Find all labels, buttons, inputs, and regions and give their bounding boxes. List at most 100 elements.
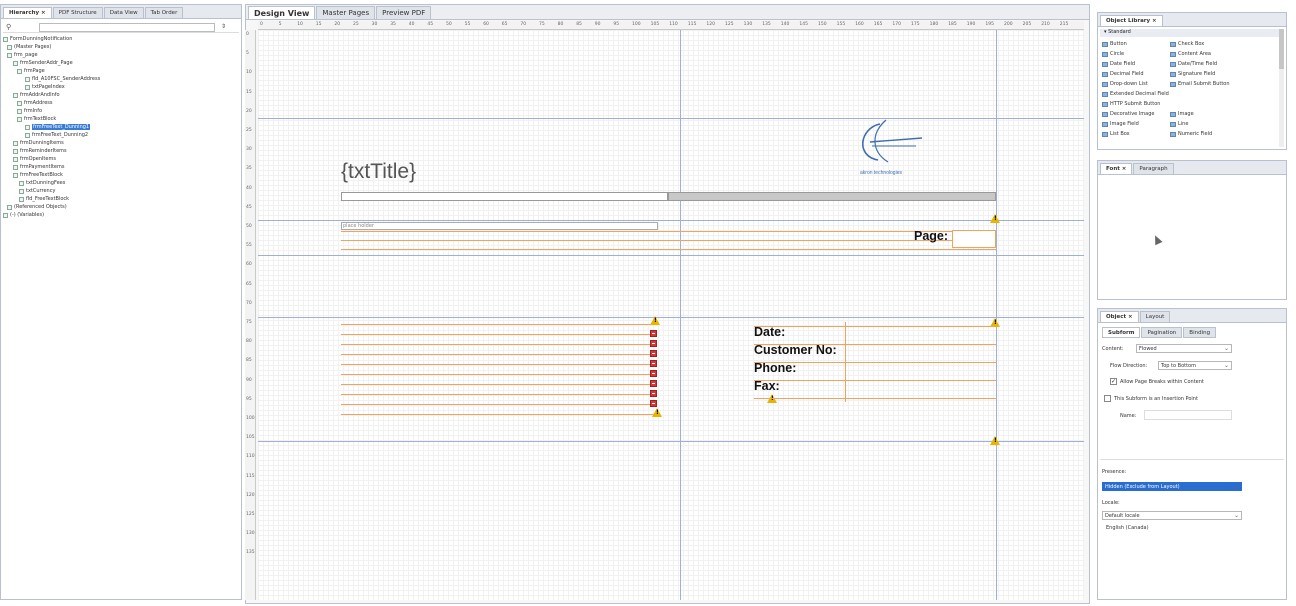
page-number-field[interactable] [952,230,996,248]
tree-node[interactable]: frmPage [17,67,45,75]
node-icon [25,124,30,130]
tree-node[interactable]: FormDunningNotification [3,35,72,43]
content-select-value: Flowed [1139,345,1157,352]
tree-node[interactable]: frmReminderItems [13,147,67,155]
ruler-tick-label: 185 [948,22,957,27]
title-underline-field-gray[interactable] [668,192,996,201]
error-marker-icon[interactable] [650,360,657,367]
flow-direction-select[interactable]: Top to Bottom [1158,361,1232,370]
sort-icon[interactable]: ⇕ [221,23,226,30]
library-item[interactable]: Email Submit Button [1170,81,1230,87]
object-icon [1102,71,1108,77]
tree-node[interactable]: frmFreeText_Dunning1 [25,123,91,131]
error-marker-icon[interactable] [650,390,657,397]
tree-node[interactable]: txtDunningFees [19,179,65,187]
hierarchy-search-bar: ⚲ ⇕ [3,22,239,33]
tab-tab-order[interactable]: Tab Order [144,7,184,18]
tree-node[interactable]: (-) (Variables) [3,211,44,219]
allow-page-breaks-checkbox[interactable]: ✓ [1110,378,1117,385]
tab-master-pages[interactable]: Master Pages [316,6,376,19]
tree-node[interactable]: fld_A10FSC_SenderAddress [25,75,100,83]
tree-node[interactable]: (Master Pages) [7,43,51,51]
library-item[interactable]: Decimal Field [1102,71,1144,77]
place-holder-field[interactable]: place holder [341,222,658,230]
node-icon [7,44,12,50]
ruler-tick-label: 200 [1004,22,1013,27]
subtab-subform[interactable]: Subform [1102,327,1141,338]
tree-node[interactable]: frm_page [7,51,38,59]
search-icon[interactable]: ⚲ [6,23,11,31]
warning-icon[interactable] [652,408,662,417]
tree-node[interactable]: fld_FreeTextBlock [19,195,69,203]
tree-node[interactable]: frmAddrAndInfo [13,91,60,99]
library-item[interactable]: List Box [1102,131,1130,137]
library-item[interactable]: Drop-down List [1102,81,1148,87]
library-item[interactable]: Button [1102,41,1127,47]
company-logo[interactable]: akron technologies [840,116,940,182]
library-item[interactable]: Decorative Image [1102,111,1155,117]
tab-paragraph[interactable]: Paragraph [1133,163,1174,174]
tree-node[interactable]: frmAddress [17,99,53,107]
library-section-header[interactable]: ▾ Standard [1100,29,1284,37]
library-item[interactable]: Content Area [1170,51,1211,57]
warning-icon[interactable] [990,436,1000,445]
warning-icon[interactable] [650,316,660,325]
error-marker-icon[interactable] [650,350,657,357]
subtab-pagination[interactable]: Pagination [1141,327,1183,338]
subtab-binding[interactable]: Binding [1183,327,1217,338]
name-field[interactable] [1144,410,1232,420]
library-item[interactable]: Extended Decimal Field [1102,91,1169,97]
design-canvas[interactable]: akron technologies {txtTitle} place hold… [258,30,1084,600]
tree-node-label: (-) (Variables) [10,212,45,218]
tree-node[interactable]: frmInfo [17,107,42,115]
tab-data-view[interactable]: Data View [103,7,144,18]
ruler-tick-label: 190 [966,22,976,27]
library-scrollbar[interactable] [1279,29,1284,147]
tree-node[interactable]: frmTextBlock [17,115,56,123]
tree-node[interactable]: frmSenderAddr_Page [13,59,73,67]
item-row-line [341,394,657,395]
tree-node[interactable]: txtPageIndex [25,83,65,91]
library-scroll-thumb[interactable] [1279,29,1284,69]
warning-icon[interactable] [990,214,1000,223]
library-item[interactable]: Check Box [1170,41,1204,47]
tab-hierarchy[interactable]: Hierarchy × [3,7,52,18]
presence-select[interactable]: Hidden (Exclude from Layout) [1102,482,1242,491]
tree-node[interactable]: frmOpenItems [13,155,56,163]
library-item[interactable]: Circle [1102,51,1124,57]
tree-node[interactable]: frmFreeText_Dunning2 [25,131,88,139]
tab-object[interactable]: Object × [1100,311,1139,322]
error-marker-icon[interactable] [650,380,657,387]
tree-node[interactable]: txtCurrency [19,187,55,195]
library-item[interactable]: HTTP Submit Button [1102,101,1160,107]
tab-pdf-structure[interactable]: PDF Structure [52,7,103,18]
library-item[interactable]: Signature Field [1170,71,1215,77]
error-marker-icon[interactable] [650,370,657,377]
tree-node[interactable]: frmPaymentItems [13,163,64,171]
tree-node[interactable]: frmDunningItems [13,139,64,147]
error-marker-icon[interactable] [650,330,657,337]
library-item[interactable]: Image Field [1102,121,1139,127]
tree-node[interactable]: frmFreeTextBlock [13,171,63,179]
tab-object-library[interactable]: Object Library × [1100,15,1163,26]
tree-node[interactable]: (Referenced Objects) [7,203,67,211]
tab-design-view[interactable]: Design View [248,6,316,19]
tab-font[interactable]: Font × [1100,163,1133,174]
library-item[interactable]: Image [1170,111,1194,117]
error-marker-icon[interactable] [650,400,657,407]
error-marker-icon[interactable] [650,340,657,347]
title-field[interactable]: {txtTitle} [341,160,416,184]
library-item[interactable]: Numeric Field [1170,131,1212,137]
content-select[interactable]: Flowed [1136,344,1232,353]
library-item[interactable]: Date/Time Field [1170,61,1217,67]
ruler-tick-label: 100 [632,22,641,27]
tab-layout[interactable]: Layout [1139,311,1171,322]
title-underline-field[interactable] [341,192,668,201]
library-item[interactable]: Date Field [1102,61,1135,67]
tab-preview-pdf[interactable]: Preview PDF [376,6,432,19]
locale-select[interactable]: Default locale [1102,511,1242,520]
library-item-label: Button [1110,41,1127,47]
library-item[interactable]: Line [1170,121,1188,127]
insertion-point-checkbox[interactable] [1104,395,1111,402]
hierarchy-search-input[interactable] [39,23,215,32]
